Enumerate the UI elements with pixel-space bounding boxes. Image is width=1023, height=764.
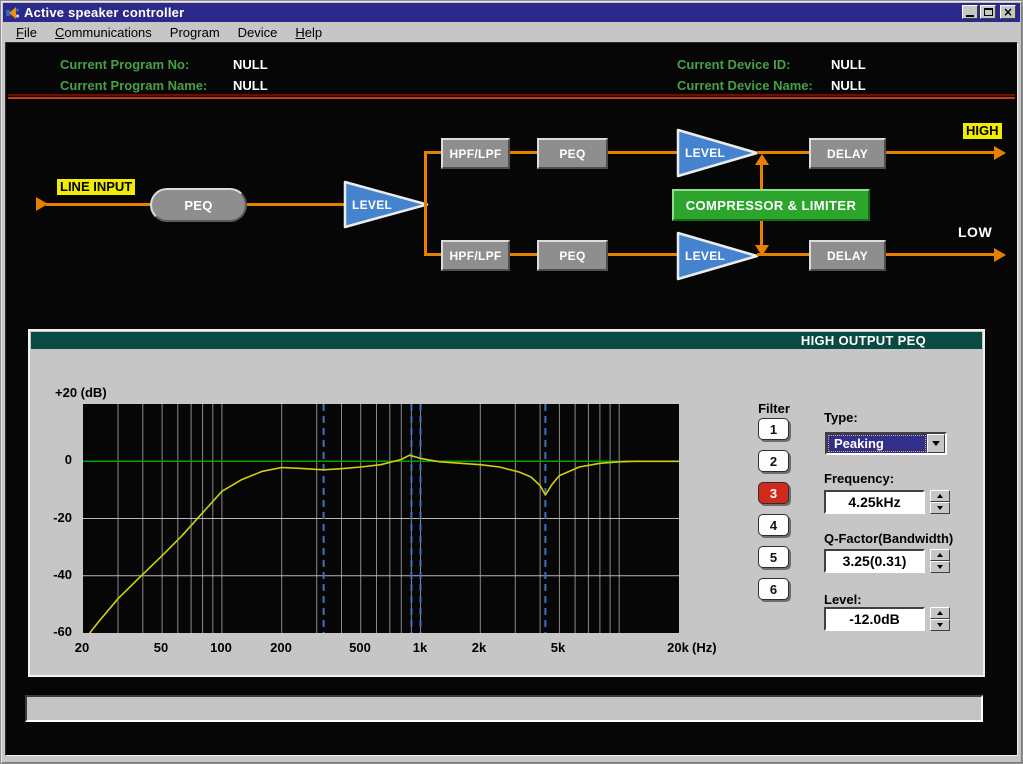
status-bar bbox=[25, 695, 983, 722]
compressor-limiter-block[interactable]: COMPRESSOR & LIMITER bbox=[672, 189, 870, 221]
q-factor-label: Q-Factor(Bandwidth) bbox=[824, 531, 953, 546]
type-dropdown[interactable]: Peaking bbox=[825, 432, 947, 455]
arrow-down-icon bbox=[937, 623, 943, 627]
signal-line bbox=[424, 151, 442, 154]
menu-item-program[interactable]: Program bbox=[161, 23, 229, 42]
frequency-label: Frequency: bbox=[824, 471, 894, 486]
device-name-label: Current Device Name: bbox=[677, 78, 813, 93]
eq-response-plot bbox=[82, 403, 680, 634]
low-peq-block[interactable]: PEQ bbox=[537, 240, 608, 271]
maximize-button[interactable] bbox=[980, 5, 996, 19]
arrow-up-icon bbox=[937, 553, 943, 557]
q-factor-field[interactable]: 3.25(0.31) bbox=[824, 549, 925, 573]
close-icon: × bbox=[1003, 7, 1013, 17]
low-output-arrow-icon bbox=[994, 248, 1006, 262]
window-title: Active speaker controller bbox=[24, 5, 184, 20]
level-field[interactable]: -12.0dB bbox=[824, 607, 925, 631]
chevron-down-icon bbox=[932, 441, 940, 446]
level-label: Level: bbox=[824, 592, 862, 607]
signal-line bbox=[247, 203, 347, 206]
low-level-label: LEVEL bbox=[685, 231, 725, 281]
signal-line bbox=[424, 253, 442, 256]
filter-button-1[interactable]: 1 bbox=[758, 418, 789, 440]
red-separator-bottom bbox=[8, 97, 1015, 99]
level-spin-up-button[interactable] bbox=[930, 607, 950, 619]
low-delay-block[interactable]: DELAY bbox=[809, 240, 886, 271]
device-id-label: Current Device ID: bbox=[677, 57, 790, 72]
signal-line bbox=[886, 151, 996, 154]
signal-line bbox=[46, 203, 152, 206]
q-spin-down-button[interactable] bbox=[930, 561, 950, 573]
program-no-label: Current Program No: bbox=[60, 57, 189, 72]
low-level-block[interactable]: LEVEL bbox=[676, 231, 759, 281]
minimize-icon bbox=[966, 15, 974, 17]
device-id-value: NULL bbox=[831, 57, 866, 72]
device-name-value: NULL bbox=[831, 78, 866, 93]
peq-panel-title: HIGH OUTPUT PEQ bbox=[31, 332, 982, 349]
menu-item-file[interactable]: File bbox=[7, 23, 46, 42]
type-label: Type: bbox=[824, 410, 858, 425]
split-line bbox=[424, 151, 427, 256]
q-spin-up-button[interactable] bbox=[930, 549, 950, 561]
level-spinner bbox=[930, 607, 950, 631]
type-selected-value: Peaking bbox=[827, 434, 927, 453]
frequency-spin-down-button[interactable] bbox=[930, 502, 950, 514]
filter-button-2[interactable]: 2 bbox=[758, 450, 789, 472]
low-output-label: LOW bbox=[958, 224, 992, 240]
input-level-label: LEVEL bbox=[352, 180, 392, 229]
high-level-label: LEVEL bbox=[685, 128, 725, 178]
app-icon bbox=[6, 6, 20, 20]
signal-line bbox=[886, 253, 996, 256]
menu-bar: FileCommunicationsProgramDeviceHelp bbox=[3, 22, 1020, 42]
type-dropdown-button[interactable] bbox=[927, 434, 945, 453]
menu-item-device[interactable]: Device bbox=[229, 23, 287, 42]
high-output-label: HIGH bbox=[963, 123, 1002, 139]
filter-button-6[interactable]: 6 bbox=[758, 578, 789, 600]
signal-line bbox=[510, 253, 537, 256]
filter-button-3[interactable]: 3 bbox=[758, 482, 789, 504]
q-factor-spinner bbox=[930, 549, 950, 573]
input-level-block[interactable]: LEVEL bbox=[343, 180, 429, 229]
program-name-label: Current Program Name: bbox=[60, 78, 207, 93]
menu-item-help[interactable]: Help bbox=[286, 23, 331, 42]
high-level-block[interactable]: LEVEL bbox=[676, 128, 759, 178]
filter-section-label: Filter bbox=[753, 401, 795, 416]
signal-line bbox=[510, 151, 537, 154]
frequency-spin-up-button[interactable] bbox=[930, 490, 950, 502]
title-bar: Active speaker controller × bbox=[3, 3, 1020, 22]
high-hpf-lpf-block[interactable]: HPF/LPF bbox=[441, 138, 510, 169]
filter-button-5[interactable]: 5 bbox=[758, 546, 789, 568]
frequency-spinner bbox=[930, 490, 950, 514]
maximize-icon bbox=[984, 8, 993, 16]
program-name-value: NULL bbox=[233, 78, 268, 93]
high-delay-block[interactable]: DELAY bbox=[809, 138, 886, 169]
arrow-up-icon bbox=[937, 611, 943, 615]
minimize-button[interactable] bbox=[962, 5, 978, 19]
arrow-up-icon bbox=[937, 494, 943, 498]
level-spin-down-button[interactable] bbox=[930, 619, 950, 631]
comp-up-arrow-icon bbox=[755, 154, 769, 165]
high-output-arrow-icon bbox=[994, 146, 1006, 160]
signal-line bbox=[608, 253, 678, 256]
input-peq-block[interactable]: PEQ bbox=[150, 188, 247, 222]
line-input-label: LINE INPUT bbox=[57, 179, 135, 195]
frequency-field[interactable]: 4.25kHz bbox=[824, 490, 925, 514]
low-hpf-lpf-block[interactable]: HPF/LPF bbox=[441, 240, 510, 271]
arrow-down-icon bbox=[937, 506, 943, 510]
filter-button-4[interactable]: 4 bbox=[758, 514, 789, 536]
comp-down-arrow-icon bbox=[755, 245, 769, 256]
filter-buttons: 1 2 3 4 5 6 bbox=[758, 418, 789, 600]
program-no-value: NULL bbox=[233, 57, 268, 72]
menu-item-communications[interactable]: Communications bbox=[46, 23, 161, 42]
high-peq-block[interactable]: PEQ bbox=[537, 138, 608, 169]
close-button[interactable]: × bbox=[1000, 5, 1016, 19]
red-separator-top bbox=[8, 94, 1015, 96]
arrow-down-icon bbox=[937, 565, 943, 569]
signal-line bbox=[608, 151, 678, 154]
